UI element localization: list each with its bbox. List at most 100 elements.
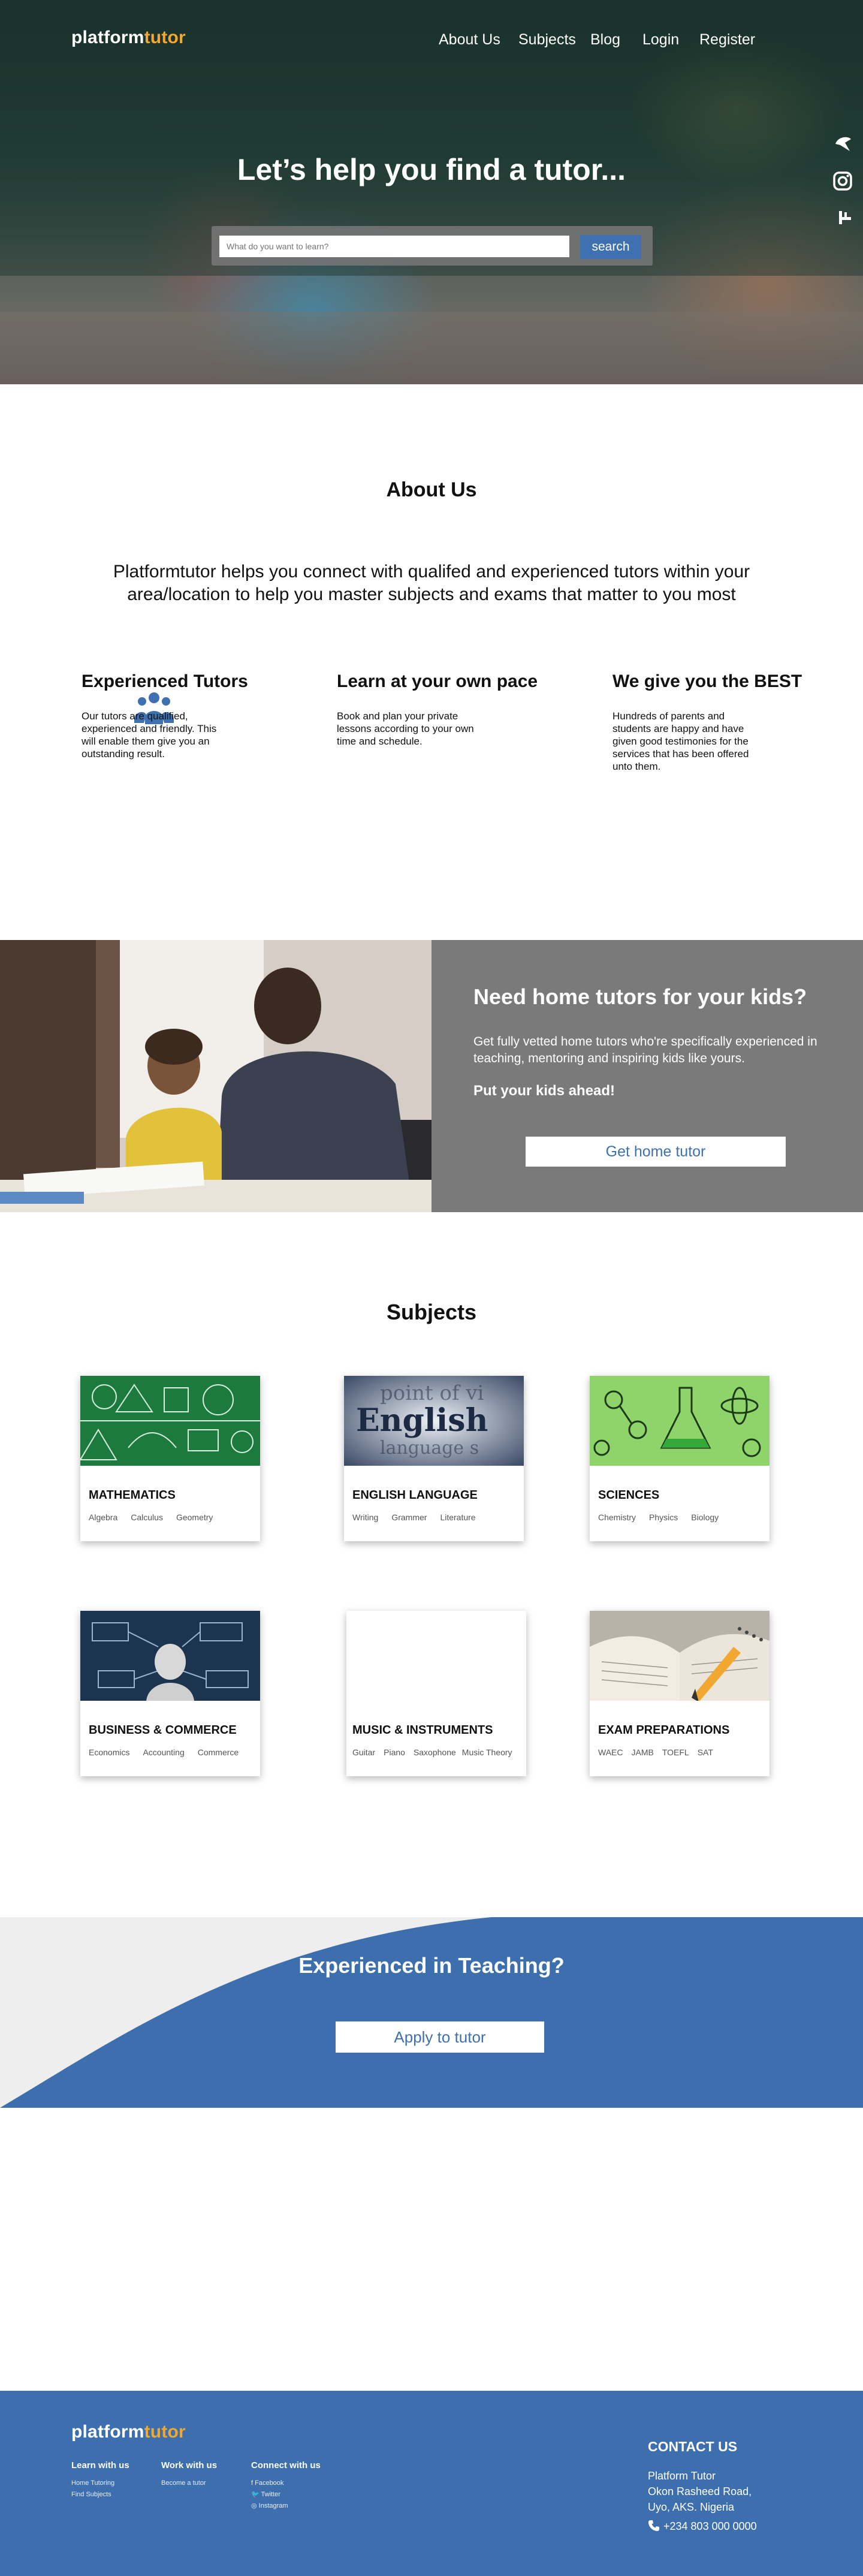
- home-tutor-title: Need home tutors for your kids?: [473, 984, 807, 1009]
- nav-blog[interactable]: Blog: [590, 31, 620, 49]
- subject-tag[interactable]: Grammer: [391, 1513, 427, 1522]
- contact-name: Platform Tutor: [648, 2470, 716, 2482]
- search-bar: search: [212, 226, 653, 266]
- home-tutor-cta-text: Put your kids ahead!: [473, 1083, 615, 1099]
- subject-tag[interactable]: Piano: [384, 1748, 405, 1757]
- hero-section: platformtutor About Us Subjects Blog Log…: [0, 0, 863, 384]
- sciences-image: [590, 1376, 770, 1466]
- feature-text: Our tutors are qualified, experienced an…: [82, 710, 217, 760]
- brand-logo-part2: tutor: [144, 28, 186, 47]
- facebook-icon[interactable]: [832, 207, 853, 229]
- subject-card-sciences[interactable]: SCIENCES Chemistry Physics Biology: [590, 1376, 770, 1541]
- footer-link[interactable]: Become a tutor: [161, 2479, 217, 2488]
- subject-card-exam-prep[interactable]: EXAM PREPARATIONS WAEC JAMB TOEFL SAT: [590, 1611, 770, 1776]
- nav-subjects[interactable]: Subjects: [518, 31, 576, 49]
- about-text: Platformtutor helps you connect with qua…: [113, 562, 750, 604]
- subject-tag[interactable]: Writing: [352, 1513, 378, 1522]
- contact-phone[interactable]: +234 803 000 0000: [663, 2520, 757, 2532]
- business-image: [80, 1611, 260, 1701]
- feature-text: Hundreds of parents and students are hap…: [612, 710, 749, 772]
- subject-tag[interactable]: SAT: [698, 1748, 713, 1757]
- subject-tag[interactable]: WAEC: [598, 1748, 623, 1757]
- svg-text:English: English: [356, 1402, 488, 1439]
- footer-logo[interactable]: platformtutor: [71, 2422, 186, 2442]
- wave-shape: [0, 1917, 863, 2108]
- footer-link-instagram[interactable]: ◎ Instagram: [251, 2502, 321, 2511]
- footer-col-title: Connect with us: [251, 2460, 321, 2470]
- tutor-and-child-photo: [0, 940, 432, 1212]
- apply-title: Experienced in Teaching?: [298, 1953, 565, 1978]
- subject-tag[interactable]: Calculus: [131, 1513, 163, 1522]
- feature-title: Experienced Tutors: [82, 671, 248, 691]
- about-title: About Us: [386, 478, 477, 501]
- subject-card-music[interactable]: MUSIC & INSTRUMENTS Guitar Piano Saxophone…: [346, 1611, 526, 1776]
- subject-card-mathematics[interactable]: MATHEMATICS Algebra Calculus Geometry: [80, 1376, 260, 1541]
- feature-title: Learn at your own pace: [337, 671, 538, 691]
- subject-name: SCIENCES: [598, 1489, 660, 1502]
- subject-card-english[interactable]: point of vi English language s ENGLISH L…: [344, 1376, 524, 1541]
- search-input[interactable]: [219, 236, 569, 257]
- nav-about-us[interactable]: About Us: [439, 31, 500, 49]
- apply-to-tutor-section: Experienced in Teaching? Apply to tutor: [0, 1917, 863, 2108]
- exam-prep-image: [590, 1611, 770, 1701]
- footer-col-work: Work with us Become a tutor: [161, 2460, 217, 2488]
- subject-tags: WAEC JAMB TOEFL SAT: [598, 1748, 726, 1757]
- brand-logo-part2: tutor: [144, 2422, 186, 2442]
- subject-name: BUSINESS & COMMERCE: [89, 1724, 237, 1737]
- phone-icon: [648, 2520, 659, 2531]
- feature-title: We give you the BEST: [612, 671, 802, 691]
- home-tutor-promo: Need home tutors for your kids? Get full…: [0, 940, 863, 1212]
- subject-name: EXAM PREPARATIONS: [598, 1724, 730, 1737]
- get-home-tutor-button[interactable]: Get home tutor: [526, 1137, 786, 1167]
- subjects-title: Subjects: [386, 1300, 477, 1324]
- nav-register[interactable]: Register: [699, 31, 755, 49]
- svg-text:language s: language s: [380, 1438, 479, 1459]
- subject-tags: Economics Accounting Commerce: [89, 1748, 252, 1757]
- subject-tags: Algebra Calculus Geometry: [89, 1513, 226, 1522]
- footer-link-twitter[interactable]: 🐦 Twitter: [251, 2490, 321, 2499]
- search-button[interactable]: search: [580, 235, 641, 259]
- subject-tag[interactable]: Geometry: [176, 1513, 213, 1522]
- subject-tag[interactable]: Economics: [89, 1748, 129, 1757]
- music-image: [346, 1611, 526, 1701]
- subject-tags: Writing Grammer Literature: [352, 1513, 489, 1522]
- subject-tag[interactable]: Commerce: [198, 1748, 239, 1757]
- english-image: point of vi English language s: [344, 1376, 524, 1466]
- subject-tag[interactable]: Guitar: [352, 1748, 375, 1757]
- home-tutor-panel: Need home tutors for your kids? Get full…: [432, 940, 863, 1212]
- subject-tag[interactable]: Chemistry: [598, 1513, 636, 1522]
- feature-best: We give you the BEST Hundreds of parents…: [612, 671, 802, 773]
- feature-learn-at-own-pace: Learn at your own pace Book and plan you…: [337, 671, 538, 748]
- contact-address-line2: Uyo, AKS. Nigeria: [648, 2501, 735, 2513]
- subject-tag[interactable]: Saxophone: [414, 1748, 456, 1757]
- hero-overlay: [0, 0, 863, 384]
- footer-link[interactable]: Home Tutoring: [71, 2479, 129, 2488]
- apply-to-tutor-button[interactable]: Apply to tutor: [336, 2021, 544, 2053]
- subject-tag[interactable]: Biology: [691, 1513, 719, 1522]
- subject-tag[interactable]: Accounting: [143, 1748, 184, 1757]
- home-tutor-description: Get fully vetted home tutors who're spec…: [473, 1035, 817, 1065]
- feature-experienced-tutors: Experienced Tutors Our tutors are qualif…: [82, 671, 261, 760]
- footer-col-title: Work with us: [161, 2460, 218, 2470]
- thumbtack-icon[interactable]: [832, 133, 853, 155]
- brand-logo[interactable]: platformtutor: [71, 28, 186, 48]
- footer-col-connect: Connect with us f Facebook 🐦 Twitter ◎ I…: [251, 2460, 321, 2511]
- footer-link-facebook[interactable]: f Facebook: [251, 2479, 321, 2488]
- svg-text:point of vi: point of vi: [380, 1381, 484, 1405]
- subject-tags: Chemistry Physics Biology: [598, 1513, 732, 1522]
- footer-col-learn: Learn with us Home Tutoring Find Subject…: [71, 2460, 129, 2499]
- subject-tag[interactable]: Physics: [649, 1513, 678, 1522]
- subject-tag[interactable]: Literature: [440, 1513, 475, 1522]
- contact-phone-row: +234 803 000 0000: [648, 2518, 757, 2534]
- brand-logo-part1: platform: [71, 28, 144, 47]
- subject-name: MATHEMATICS: [89, 1489, 176, 1502]
- subject-card-business[interactable]: BUSINESS & COMMERCE Economics Accounting C…: [80, 1611, 260, 1776]
- subject-tag[interactable]: TOEFL: [662, 1748, 689, 1757]
- brand-logo-part1: platform: [71, 2422, 144, 2442]
- subject-tag[interactable]: Algebra: [89, 1513, 117, 1522]
- subject-tag[interactable]: Music Theory: [462, 1748, 512, 1757]
- footer-link[interactable]: Find Subjects: [71, 2490, 129, 2499]
- subject-tags: Guitar Piano Saxophone Music Theory: [352, 1748, 526, 1757]
- nav-login[interactable]: Login: [642, 31, 679, 49]
- subject-tag[interactable]: JAMB: [631, 1748, 653, 1757]
